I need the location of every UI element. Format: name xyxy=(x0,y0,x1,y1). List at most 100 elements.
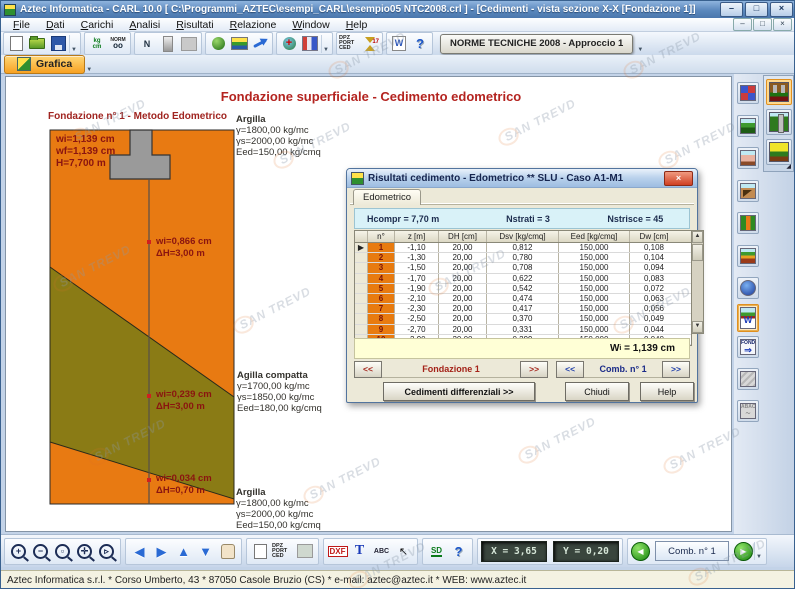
menu-analisi[interactable]: Analisi xyxy=(121,19,168,31)
units-button[interactable]: kg cm xyxy=(87,35,107,53)
section-button[interactable] xyxy=(250,35,270,53)
zoom-extents-button[interactable]: ✛ xyxy=(74,541,95,562)
row-selector-cell[interactable] xyxy=(355,304,368,314)
flyout-corner-arrow-icon[interactable]: ◢ xyxy=(786,163,791,170)
flyout-embankment-button[interactable] xyxy=(766,139,792,165)
minimize-button[interactable]: – xyxy=(720,2,743,17)
tab-edometrico[interactable]: Edometrico xyxy=(353,189,422,205)
flyout-pile-button[interactable] xyxy=(766,109,792,135)
sidebar-fond-button[interactable]: FOND ⇒ xyxy=(737,336,759,358)
cedimenti-differenziali-button[interactable]: Cedimenti differenziali >> xyxy=(383,382,535,401)
comb-group-dropdown[interactable]: ▼ xyxy=(754,542,763,560)
child-minimize-button[interactable]: – xyxy=(733,18,752,31)
pan-down-button[interactable]: ▼ xyxy=(195,541,216,562)
row-selector-cell[interactable] xyxy=(355,314,368,324)
table-row[interactable]: 5 -1,90 20,00 0,542 150,000 0,072 xyxy=(355,283,691,294)
results-table[interactable]: n° z [m] DH [cm] Dsv [kg/cmq] Eed [kg/cm… xyxy=(354,230,704,346)
table-row[interactable]: 7 -2,30 20,00 0,417 150,000 0,056 xyxy=(355,304,691,315)
table-row[interactable]: 2 -1,30 20,00 0,780 150,000 0,104 xyxy=(355,253,691,264)
menu-carichi[interactable]: Carichi xyxy=(73,19,122,31)
pan-left-button[interactable]: ◀ xyxy=(129,541,150,562)
sidebar-excavation-button[interactable] xyxy=(737,180,759,202)
child-restore-button[interactable]: □ xyxy=(753,18,772,31)
child-close-button[interactable]: × xyxy=(773,18,792,31)
norm-selector[interactable]: NORME TECNICHE 2008 - Approccio 1 xyxy=(440,33,634,54)
table-scrollbar[interactable]: ▲ ▼ xyxy=(691,230,704,334)
row-selector-cell[interactable] xyxy=(355,293,368,304)
menu-file[interactable]: File xyxy=(5,19,38,31)
menu-risultati[interactable]: Risultati xyxy=(168,19,221,31)
table-row[interactable]: 6 -2,10 20,00 0,474 150,000 0,063 xyxy=(355,293,691,305)
sidebar-stratigraphy-button[interactable] xyxy=(737,147,759,169)
piston-button[interactable] xyxy=(158,35,178,53)
comb-prev-round-button[interactable]: ◀ xyxy=(631,541,650,561)
row-selector-cell[interactable] xyxy=(355,263,368,273)
new-file-button[interactable] xyxy=(6,35,26,53)
scroll-up-icon[interactable]: ▲ xyxy=(692,231,703,243)
maximize-button[interactable]: □ xyxy=(745,2,768,17)
results-dialog[interactable]: Risultati cedimento - Edometrico ** SLU … xyxy=(346,168,704,403)
file-group-dropdown[interactable]: ▼ xyxy=(69,34,78,53)
report-button[interactable]: W xyxy=(389,35,409,53)
analysis-group-dropdown[interactable]: ▼ xyxy=(321,34,330,53)
comb-prev-button[interactable]: << xyxy=(556,360,585,378)
table-row[interactable]: 3 -1,50 20,00 0,708 150,000 0,094 xyxy=(355,263,691,274)
history-button[interactable]: 17 xyxy=(360,35,380,53)
norm-button[interactable]: NORM oo xyxy=(108,35,128,53)
zoom-page-button[interactable]: ▫ xyxy=(52,541,73,562)
pan-up-button[interactable]: ▲ xyxy=(173,541,194,562)
text-tool-button[interactable]: T xyxy=(349,541,370,562)
table-row[interactable]: ▶ 1 -1,10 20,00 0,812 150,000 0,108 xyxy=(355,243,691,254)
zoom-in-button[interactable]: + xyxy=(8,541,29,562)
table-row[interactable]: 8 -2,50 20,00 0,370 150,000 0,049 xyxy=(355,314,691,325)
fondazione-next-button[interactable]: >> xyxy=(520,360,549,378)
scroll-track[interactable] xyxy=(692,262,703,321)
row-selector-cell[interactable] xyxy=(355,273,368,283)
pointer-button[interactable]: ↖ xyxy=(393,541,414,562)
open-file-button[interactable] xyxy=(27,35,47,53)
sidebar-bulb-button[interactable] xyxy=(737,277,759,299)
dpz-button[interactable]: DPZ PORT CED xyxy=(339,35,359,53)
table-row[interactable]: 9 -2,70 20,00 0,331 150,000 0,044 xyxy=(355,324,691,335)
print-button[interactable] xyxy=(294,541,315,562)
row-selector-cell[interactable] xyxy=(355,324,368,334)
sidebar-soil-profile-button[interactable] xyxy=(737,115,759,137)
comb-next-round-button[interactable]: ▶ xyxy=(734,541,753,561)
flyout-footings-button[interactable] xyxy=(766,79,792,105)
close-button[interactable]: × xyxy=(770,2,793,17)
row-selector-cell[interactable] xyxy=(355,253,368,263)
dialog-title-bar[interactable]: Risultati cedimento - Edometrico ** SLU … xyxy=(347,169,697,188)
fondazione-prev-button[interactable]: << xyxy=(354,360,382,378)
survey-button[interactable] xyxy=(300,35,320,53)
blank-tool-button[interactable] xyxy=(179,35,199,53)
save-file-button[interactable] xyxy=(48,35,68,53)
menu-dati[interactable]: Dati xyxy=(38,19,73,31)
spellcheck-button[interactable]: ABC xyxy=(371,541,392,562)
sd-button[interactable]: SD xyxy=(426,541,447,562)
pan-hand-button[interactable] xyxy=(217,541,238,562)
scroll-thumb[interactable] xyxy=(692,244,703,261)
help-bottom-button[interactable]: ? xyxy=(448,541,469,562)
row-selector-cell[interactable]: ▶ xyxy=(355,243,368,253)
menu-relazione[interactable]: Relazione xyxy=(222,19,285,31)
render-button[interactable] xyxy=(208,35,228,53)
help-dialog-button[interactable]: Help xyxy=(640,382,694,401)
layers-button[interactable] xyxy=(229,35,249,53)
zoom-window-button[interactable]: ▹ xyxy=(96,541,117,562)
help-button[interactable]: ? xyxy=(410,35,430,53)
sidebar-settlement-button[interactable]: W xyxy=(737,304,759,332)
menu-window[interactable]: Window xyxy=(284,19,337,31)
table-row[interactable]: 4 -1,70 20,00 0,622 150,000 0,083 xyxy=(355,273,691,284)
dialog-close-button[interactable]: × xyxy=(664,170,693,186)
scroll-down-icon[interactable]: ▼ xyxy=(692,321,703,333)
north-axes-button[interactable]: N xyxy=(137,35,157,53)
sidebar-loads-button[interactable] xyxy=(737,82,759,104)
print-preview-button[interactable] xyxy=(250,541,271,562)
norm-selector-dropdown[interactable]: ▼ xyxy=(636,35,644,53)
sidebar-layers-button[interactable] xyxy=(737,245,759,267)
row-selector-cell[interactable] xyxy=(355,283,368,293)
globe-button[interactable]: + xyxy=(279,35,299,53)
sidebar-column-button[interactable] xyxy=(737,212,759,234)
menu-help[interactable]: Help xyxy=(338,19,376,31)
dxf-export-button[interactable]: DXF xyxy=(327,541,348,562)
